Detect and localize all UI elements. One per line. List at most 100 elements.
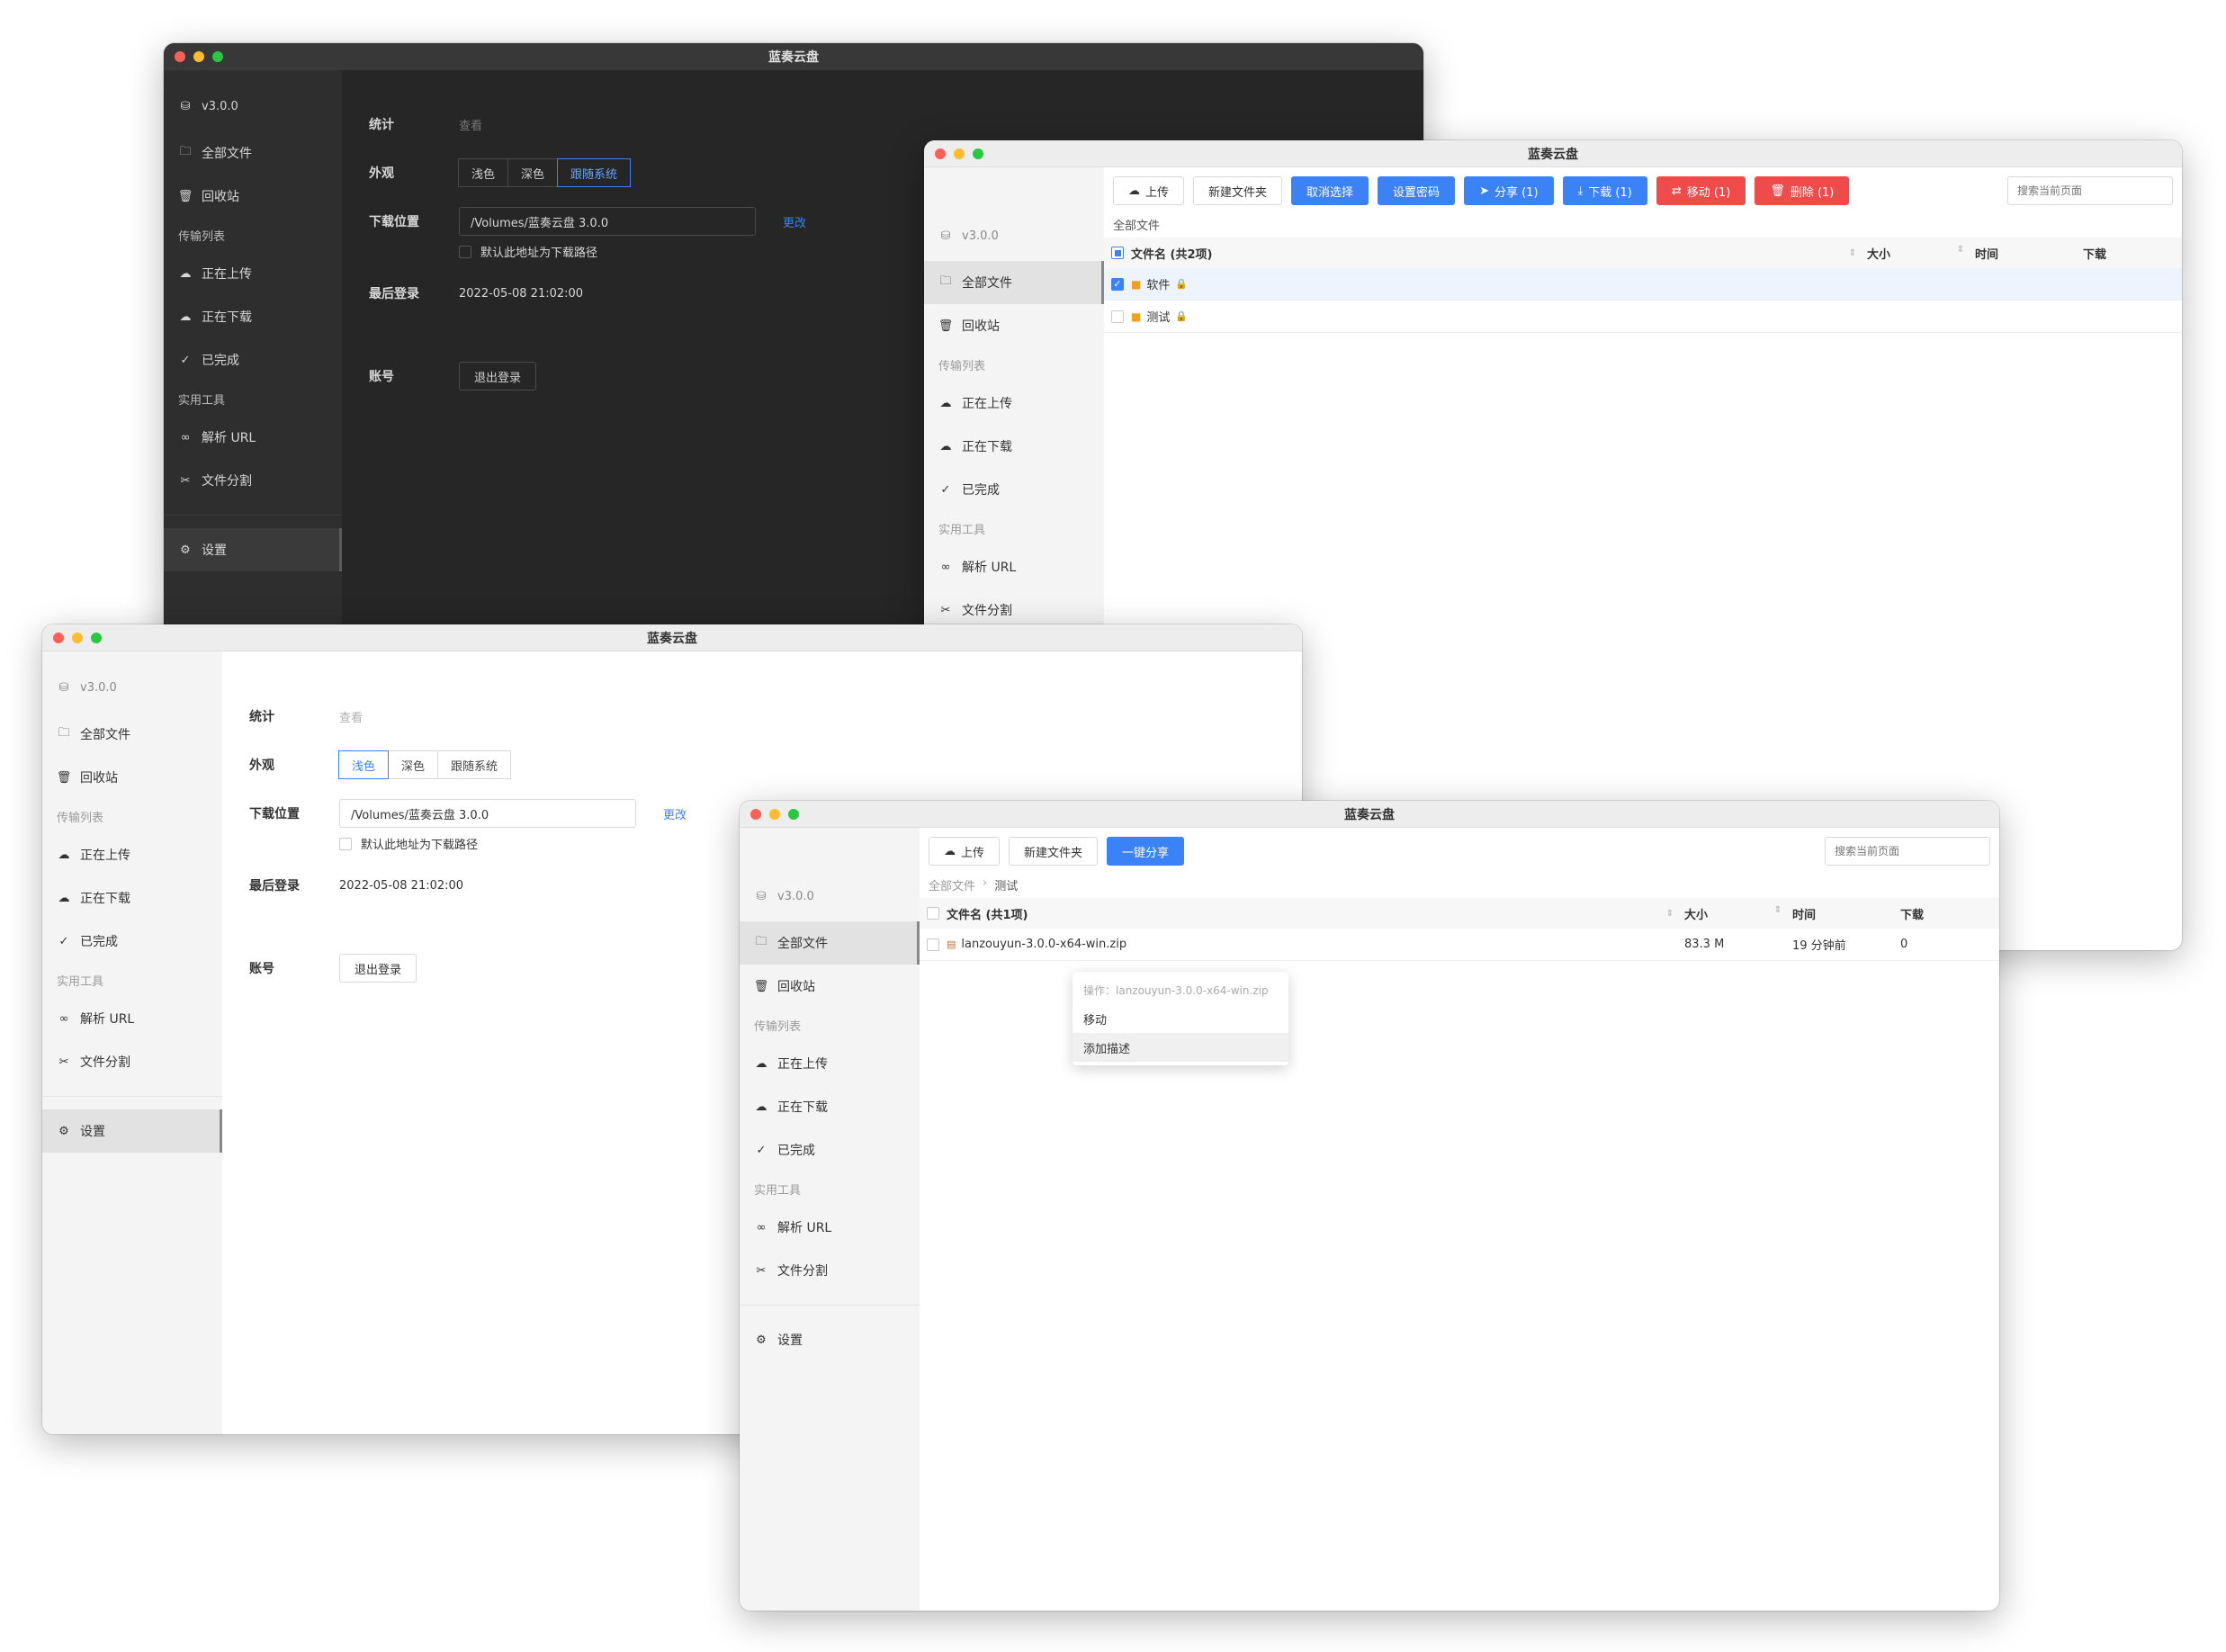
sort-icon[interactable]: ⇕ (1957, 245, 1964, 262)
sidebar-item-uploading[interactable]: ☁ 正在上传 (42, 833, 222, 876)
search-input[interactable] (1825, 837, 1990, 866)
new-folder-button[interactable]: 新建文件夹 (1009, 837, 1099, 866)
zoom-window-button[interactable] (973, 148, 983, 159)
sidebar-item-parse-url[interactable]: ∞ 解析 URL (924, 545, 1104, 588)
one-click-share-button[interactable]: 一键分享 (1107, 837, 1185, 866)
sidebar-item-completed[interactable]: ✓ 已完成 (42, 920, 222, 963)
link-icon: ∞ (180, 430, 191, 444)
download-button[interactable]: ⤓ 下载 (1) (1562, 176, 1647, 205)
table-row[interactable]: ▤ lanzouyun-3.0.0-x64-win.zip 83.3 M 19 分… (920, 929, 1999, 961)
sort-icon[interactable]: ⇕ (1666, 909, 1674, 919)
sidebar-item-parse-url[interactable]: ∞ 解析 URL (42, 997, 222, 1040)
new-folder-button[interactable]: 新建文件夹 (1193, 176, 1283, 205)
sidebar-item-all-files[interactable]: 🗀 全部文件 (42, 713, 222, 756)
sidebar-item-uploading[interactable]: ☁ 正在上传 (924, 382, 1104, 425)
file-name[interactable]: lanzouyun-3.0.0-x64-win.zip (961, 938, 1126, 951)
file-name[interactable]: 软件 (1146, 275, 1170, 292)
sidebar-item-uploading[interactable]: ☁ 正在上传 (740, 1042, 920, 1085)
file-name[interactable]: 测试 (1146, 308, 1170, 325)
sidebar-item-parse-url[interactable]: ∞ 解析 URL (164, 416, 342, 459)
zoom-window-button[interactable] (91, 633, 102, 643)
sidebar-item-all-files[interactable]: 🗀 全部文件 (164, 131, 342, 175)
sidebar-item-settings[interactable]: ⚙设置 (42, 1109, 222, 1153)
close-window-button[interactable] (175, 51, 185, 62)
sidebar-item-all-files[interactable]: 🗀 全部文件 (740, 921, 920, 965)
sidebar-item-downloading[interactable]: ☁ 正在下载 (740, 1085, 920, 1128)
column-time[interactable]: 时间 (1975, 245, 2083, 262)
sidebar-item-split-file[interactable]: ✂ 文件分割 (164, 459, 342, 502)
row-checkbox[interactable]: ✓ (1111, 277, 1124, 291)
sidebar-item-all-files[interactable]: 🗀 全部文件 (924, 261, 1104, 304)
change-path-link[interactable]: 更改 (783, 213, 806, 230)
column-size[interactable]: 大小 (1867, 245, 1890, 262)
minimize-window-button[interactable] (954, 148, 965, 159)
context-menu-move[interactable]: 移动 (1073, 1004, 1288, 1033)
zoom-window-button[interactable] (212, 51, 223, 62)
sidebar-item-recycle[interactable]: 🗑 回收站 (740, 965, 920, 1008)
sort-icon[interactable]: ⇕ (1774, 905, 1782, 922)
sidebar-item-split-file[interactable]: ✂ 文件分割 (740, 1249, 920, 1292)
minimize-window-button[interactable] (72, 633, 83, 643)
logout-button[interactable]: 退出登录 (339, 954, 417, 983)
logout-button[interactable]: 退出登录 (459, 362, 537, 391)
appearance-option-system[interactable]: 跟随系统 (557, 158, 632, 187)
appearance-option-light[interactable]: 浅色 (458, 158, 509, 187)
column-name[interactable]: 文件名 (共2项) (1131, 245, 1212, 262)
minimize-window-button[interactable] (769, 809, 780, 820)
table-row[interactable]: ✓ ■ 软件 🔒 (1104, 268, 2182, 301)
row-checkbox[interactable] (1111, 310, 1124, 323)
row-checkbox[interactable] (927, 938, 939, 951)
sidebar-item-recycle[interactable]: 🗑 回收站 (42, 756, 222, 799)
move-button[interactable]: ⇄ 移动 (1) (1656, 176, 1746, 205)
sidebar-item-completed[interactable]: ✓ 已完成 (164, 338, 342, 382)
minimize-window-button[interactable] (193, 51, 204, 62)
column-time[interactable]: 时间 (1792, 905, 1900, 922)
stats-view-link[interactable]: 查看 (459, 116, 482, 133)
breadcrumb-item-root[interactable]: 全部文件 (929, 876, 975, 893)
close-window-button[interactable] (53, 633, 64, 643)
default-path-checkbox[interactable] (339, 837, 352, 850)
appearance-option-dark[interactable]: 深色 (507, 158, 559, 187)
upload-button[interactable]: ☁ 上传 (929, 837, 1001, 866)
cancel-selection-button[interactable]: 取消选择 (1291, 176, 1369, 205)
download-path-field[interactable]: /Volumes/蓝奏云盘 3.0.0 (339, 799, 636, 828)
context-menu-add-description[interactable]: 添加描述 (1073, 1033, 1288, 1062)
sidebar-item-completed[interactable]: ✓ 已完成 (924, 468, 1104, 511)
appearance-option-light[interactable]: 浅色 (338, 750, 390, 779)
stats-view-link[interactable]: 查看 (339, 708, 363, 725)
sort-icon[interactable]: ⇕ (1849, 248, 1856, 258)
zoom-window-button[interactable] (788, 809, 799, 820)
upload-button[interactable]: ☁ 上传 (1113, 176, 1185, 205)
sidebar-item-downloading[interactable]: ☁ 正在下载 (164, 295, 342, 338)
set-password-button[interactable]: 设置密码 (1378, 176, 1456, 205)
column-size[interactable]: 大小 (1684, 905, 1708, 922)
select-all-checkbox[interactable] (1111, 247, 1124, 259)
share-button[interactable]: ➤ 分享 (1) (1464, 176, 1554, 205)
sidebar-item-downloading[interactable]: ☁ 正在下载 (42, 876, 222, 920)
close-window-button[interactable] (935, 148, 946, 159)
sidebar-item-downloading[interactable]: ☁ 正在下载 (924, 425, 1104, 468)
change-path-link[interactable]: 更改 (663, 805, 687, 822)
sidebar-item-recycle[interactable]: 🗑 回收站 (924, 304, 1104, 347)
download-path-field[interactable]: /Volumes/蓝奏云盘 3.0.0 (459, 207, 756, 236)
sidebar-item-settings[interactable]: ⚙设置 (740, 1318, 920, 1361)
default-path-checkbox[interactable] (459, 245, 471, 258)
stats-row: 统计 查看 (249, 707, 363, 725)
sidebar-item-uploading[interactable]: ☁ 正在上传 (164, 252, 342, 295)
select-all-checkbox[interactable] (927, 907, 939, 920)
sidebar-item-completed[interactable]: ✓ 已完成 (740, 1128, 920, 1172)
sidebar-item-parse-url[interactable]: ∞ 解析 URL (740, 1206, 920, 1249)
folder-icon: 🗀 (58, 726, 70, 740)
search-input[interactable] (2007, 176, 2173, 205)
sidebar-item-recycle[interactable]: 🗑 回收站 (164, 175, 342, 218)
column-name[interactable]: 文件名 (共1项) (947, 905, 1028, 922)
sidebar-item-settings[interactable]: ⚙设置 (164, 528, 342, 571)
appearance-option-dark[interactable]: 深色 (388, 750, 439, 779)
table-row[interactable]: ■ 测试 🔒 (1104, 301, 2182, 333)
delete-button[interactable]: 🗑 删除 (1) (1755, 176, 1850, 205)
breadcrumb: 全部文件 (1113, 216, 1160, 233)
close-window-button[interactable] (750, 809, 761, 820)
appearance-option-system[interactable]: 跟随系统 (437, 750, 512, 779)
sidebar-item-split-file[interactable]: ✂ 文件分割 (42, 1040, 222, 1083)
breadcrumb-item[interactable]: 全部文件 (1113, 216, 1160, 233)
